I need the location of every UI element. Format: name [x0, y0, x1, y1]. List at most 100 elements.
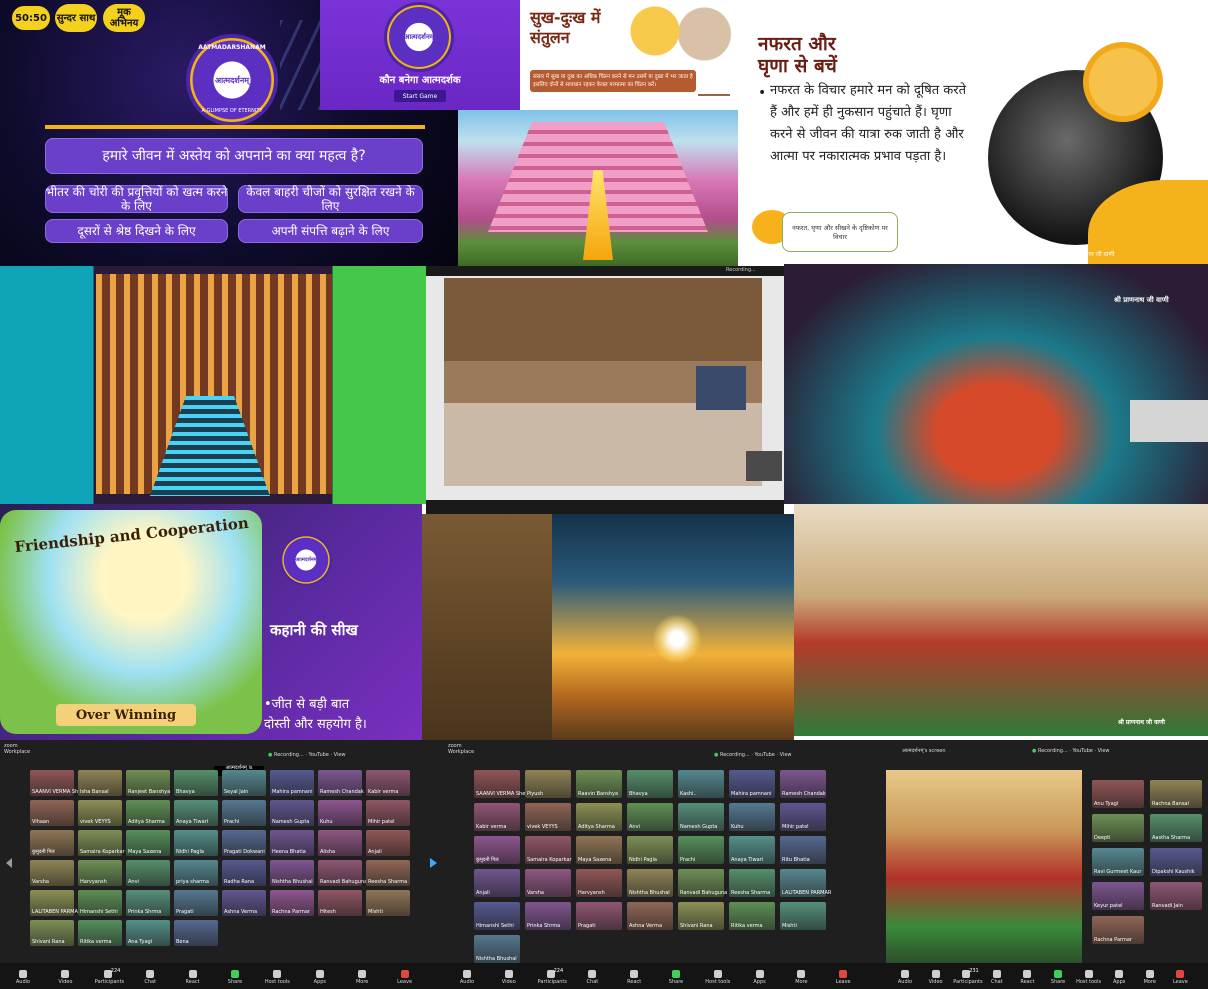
participant-tile[interactable]: Maya Saxena — [126, 830, 170, 856]
toolbar-more-button[interactable]: More — [1137, 970, 1163, 985]
self-view-thumbnail[interactable] — [746, 451, 782, 481]
participant-tile[interactable]: Heena Bhatia — [270, 830, 314, 856]
participant-tile[interactable]: Mahira pamnani — [729, 770, 775, 798]
toolbar-host-tools-button[interactable]: Host tools — [264, 970, 290, 985]
toolbar-leave-button[interactable]: Leave — [830, 970, 856, 985]
participant-tile[interactable]: Pragati — [576, 902, 622, 930]
participant-tile[interactable]: Reesha Sharma — [729, 869, 775, 897]
toolbar-audio-button[interactable]: Audio — [454, 970, 480, 985]
recording-indicator[interactable]: ● Recording... · YouTube · View — [1032, 748, 1110, 754]
participant-tile[interactable]: Keyur patel — [1092, 882, 1144, 910]
participant-tile[interactable]: Raavin Banshya — [576, 770, 622, 798]
toolbar-chat-button[interactable]: Chat — [984, 970, 1010, 985]
participant-tile[interactable]: Mihir patel — [780, 803, 826, 831]
participant-tile[interactable]: Pragati — [174, 890, 218, 916]
participant-tile[interactable]: Ranjeet Banshya — [126, 770, 170, 796]
participant-tile[interactable]: Anjali — [474, 869, 520, 897]
toolbar-apps-button[interactable]: Apps — [747, 970, 773, 985]
participant-tile[interactable]: Ranvadi Bahuguna — [318, 860, 367, 886]
toolbar-host-tools-button[interactable]: Host tools — [705, 970, 731, 985]
participant-tile[interactable]: Anu Tyagi — [1092, 780, 1144, 808]
participant-tile[interactable]: Anvi — [126, 860, 170, 886]
participant-tile[interactable]: कुमुदनी गिल — [474, 836, 520, 864]
participant-tile[interactable]: Aditya Sharma — [126, 800, 170, 826]
participant-tile[interactable]: Shivani Rana — [30, 920, 74, 946]
toolbar-apps-button[interactable]: Apps — [307, 970, 333, 985]
participant-tile[interactable]: Aastha Sharma — [1150, 814, 1202, 842]
participant-tile[interactable]: Kabir verma — [474, 803, 520, 831]
participant-tile[interactable]: Harvyansh — [576, 869, 622, 897]
participant-tile[interactable]: Rachna Bansal — [1150, 780, 1202, 808]
quiz-option-b[interactable]: केवल बाहरी चीजों को सुरक्षित रखने के लिए — [238, 185, 423, 213]
participant-tile[interactable]: Varsha — [30, 860, 74, 886]
toolbar-react-button[interactable]: React — [1014, 970, 1040, 985]
participant-tile[interactable]: Prinka Shrma — [525, 902, 571, 930]
toolbar-participants-button[interactable]: Participants 224 — [95, 968, 124, 985]
participant-tile[interactable]: Aditya Sharma — [576, 803, 622, 831]
toolbar-share-button[interactable]: Share — [663, 970, 689, 985]
participant-tile[interactable]: Kashi.. — [678, 770, 724, 798]
participant-tile[interactable]: priya sharma — [174, 860, 218, 886]
participant-tile[interactable]: Seyal Jain — [222, 770, 266, 796]
participant-tile[interactable]: Dipakshi Kaushik — [1150, 848, 1202, 876]
participant-tile[interactable]: Mishti — [780, 902, 826, 930]
participant-tile[interactable]: Himanshi Sethi — [78, 890, 122, 916]
participant-tile[interactable]: Piyush — [525, 770, 571, 798]
participant-tile[interactable]: Radha Rana — [222, 860, 266, 886]
participant-tile[interactable]: Ramesh Chandak — [780, 770, 826, 798]
toolbar-share-button[interactable]: Share — [222, 970, 248, 985]
start-game-button[interactable]: Start Game — [394, 90, 446, 102]
recording-indicator[interactable]: ● Recording... · YouTube · View — [268, 752, 346, 758]
toolbar-leave-button[interactable]: Leave — [392, 970, 418, 985]
participant-tile[interactable]: Varsha — [525, 869, 571, 897]
participant-tile[interactable]: Bhavya — [627, 770, 673, 798]
recording-indicator[interactable]: ● Recording... · YouTube · View — [714, 752, 792, 758]
participant-tile[interactable]: Kuhu — [318, 800, 362, 826]
participant-tile[interactable]: Rachna Parmar — [1092, 916, 1144, 944]
participant-tile[interactable]: Himanshi Sethi — [474, 902, 520, 930]
participant-tile[interactable]: Deepti — [1092, 814, 1144, 842]
participant-tile[interactable]: LALITABEN PARMAR — [30, 890, 81, 916]
participant-tile[interactable]: Namesh Gupta — [270, 800, 314, 826]
toolbar-more-button[interactable]: More — [788, 970, 814, 985]
participant-tile[interactable]: Hitesh — [318, 890, 362, 916]
participant-tile[interactable]: Bhavya — [174, 770, 218, 796]
toolbar-participants-button[interactable]: Participants 224 — [538, 968, 567, 985]
toolbar-chat-button[interactable]: Chat — [137, 970, 163, 985]
participant-tile[interactable]: Bena — [174, 920, 218, 946]
participant-tile[interactable]: Mihir patel — [366, 800, 410, 826]
participant-tile[interactable]: Ramesh Chandak — [318, 770, 364, 796]
toolbar-chat-button[interactable]: Chat — [579, 970, 605, 985]
prev-page-arrow[interactable] — [6, 858, 12, 868]
toolbar-audio-button[interactable]: Audio — [892, 970, 918, 985]
participant-tile[interactable]: Anjali — [366, 830, 410, 856]
participant-tile[interactable]: Nidhi Pagla — [627, 836, 673, 864]
participant-tile[interactable]: Alisha — [318, 830, 362, 856]
toolbar-audio-button[interactable]: Audio — [10, 970, 36, 985]
participant-tile[interactable]: Ranvadi Bahuguna — [678, 869, 727, 897]
toolbar-video-button[interactable]: Video — [496, 970, 522, 985]
participant-tile[interactable]: Harvyansh — [78, 860, 122, 886]
participant-tile[interactable]: Nishtha Bhushal — [474, 935, 520, 963]
participant-tile[interactable]: Ashna Verma — [222, 890, 266, 916]
toolbar-share-button[interactable]: Share — [1045, 970, 1071, 985]
participant-tile[interactable]: Mahira pamnani — [270, 770, 314, 796]
participant-tile[interactable]: Ana Tyagi — [126, 920, 170, 946]
participant-tile[interactable]: vivek VEYYS — [525, 803, 571, 831]
participant-tile[interactable]: Kabir verma — [366, 770, 410, 796]
next-page-arrow[interactable] — [430, 858, 437, 868]
lifeline-sundar-saath[interactable]: सुन्दर साथ — [55, 4, 97, 32]
participant-tile[interactable]: Ashna Verma — [627, 902, 673, 930]
participant-tile[interactable]: Reesha Sharma — [366, 860, 410, 886]
participant-tile[interactable]: कुमुदनी गिल — [30, 830, 74, 856]
toolbar-react-button[interactable]: React — [621, 970, 647, 985]
participant-tile[interactable]: Namesh Gupta — [678, 803, 724, 831]
toolbar-apps-button[interactable]: Apps — [1106, 970, 1132, 985]
toolbar-video-button[interactable]: Video — [923, 970, 949, 985]
participant-thumbnail[interactable] — [1130, 400, 1208, 442]
participant-tile[interactable]: Samaira Koparkar — [525, 836, 572, 864]
participant-tile[interactable]: Prachi — [222, 800, 266, 826]
participant-tile[interactable]: SAANVI VERMA Sher.. — [474, 770, 530, 798]
participant-tile[interactable]: Vihaan — [30, 800, 74, 826]
toolbar-participants-button[interactable]: Participants 231 — [953, 968, 982, 985]
